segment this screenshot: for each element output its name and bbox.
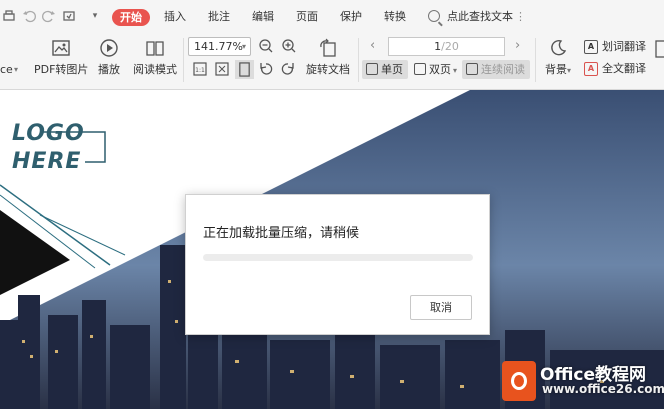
pdf-to-image-button[interactable]: PDF转图片	[34, 38, 88, 77]
tab-convert[interactable]: 转换	[384, 10, 406, 24]
single-page-label: 单页	[381, 63, 403, 76]
chevron-down-icon[interactable]: ▾	[88, 9, 102, 23]
logo-line-1: LOGO	[12, 121, 85, 146]
rotate-doc-label: 旋转文档	[306, 63, 350, 76]
image-icon	[52, 40, 70, 56]
reading-mode-label: 阅读模式	[133, 63, 177, 76]
full-translate-label: 全文翻译	[602, 62, 646, 75]
partial-tool-icon[interactable]	[655, 40, 664, 58]
page-total: /20	[441, 40, 459, 53]
divider	[358, 38, 359, 82]
play-label: 播放	[98, 63, 120, 76]
page-number-input[interactable]: 1/20	[388, 37, 505, 56]
chevron-down-icon: ▾	[453, 66, 458, 75]
menu-bar: ▾ 开始 插入 批注 编辑 页面 保护 转换 点此查找文本 ⋮	[0, 0, 664, 34]
redo-icon[interactable]	[42, 9, 56, 23]
loading-dialog: 正在加载批量压缩，请稍候 取消	[185, 194, 490, 335]
quick-access-icon[interactable]	[62, 9, 76, 23]
tab-home[interactable]: 开始	[112, 9, 150, 26]
play-icon	[100, 39, 118, 57]
dialog-message: 正在加载批量压缩，请稍候	[203, 226, 360, 241]
search-label[interactable]: 点此查找文本	[447, 10, 513, 24]
rotate-right-icon[interactable]	[280, 61, 296, 77]
watermark: Office教程网 www.office26.com	[500, 357, 664, 409]
zoom-in-icon[interactable]	[281, 38, 297, 54]
watermark-url: www.office26.com	[542, 382, 664, 396]
divider	[183, 38, 184, 82]
translate-icon: A	[584, 40, 598, 54]
continuous-read-label: 连续阅读	[481, 63, 525, 76]
chevron-down-icon[interactable]: ▾	[14, 63, 18, 77]
print-icon[interactable]	[2, 9, 16, 23]
word-translate-button[interactable]: A 划词翻译	[584, 39, 646, 55]
svg-text:1:1: 1:1	[195, 67, 205, 74]
continuous-read-button[interactable]: 连续阅读	[462, 60, 530, 79]
continuous-read-icon	[466, 63, 478, 75]
tab-annotate[interactable]: 批注	[208, 10, 230, 24]
zoom-select[interactable]: 141.77% ▾	[188, 37, 251, 56]
full-translate-button[interactable]: A 全文翻译	[584, 61, 646, 77]
background-label: 背景▾	[544, 63, 571, 76]
play-button[interactable]: 播放	[95, 38, 123, 77]
logo-line-2: HERE	[12, 149, 82, 174]
ribbon: ▾ 开始 插入 批注 编辑 页面 保护 转换 点此查找文本 ⋮ ce ▾ PDF…	[0, 0, 664, 90]
pdf-to-image-label: PDF转图片	[34, 63, 89, 76]
chevron-down-icon: ▾	[241, 42, 246, 51]
moon-icon	[551, 39, 567, 56]
rotate-doc-button[interactable]: 旋转文档	[304, 38, 352, 77]
book-icon	[146, 41, 164, 56]
word-translate-label: 划词翻译	[602, 40, 646, 53]
background-button[interactable]: 背景▾	[541, 38, 575, 77]
tab-protect[interactable]: 保护	[340, 10, 362, 24]
office-logo-icon	[502, 361, 536, 401]
next-page-icon[interactable]: ›	[515, 38, 520, 53]
rotate-left-icon[interactable]	[258, 61, 274, 77]
tab-insert[interactable]: 插入	[164, 10, 186, 24]
divider	[535, 38, 536, 82]
tab-edit[interactable]: 编辑	[252, 10, 274, 24]
rotate-doc-icon	[320, 38, 336, 57]
single-page-button[interactable]: 单页	[362, 60, 408, 79]
actual-size-icon[interactable]: 1:1	[192, 61, 208, 77]
logo-placeholder: LOGO HERE	[12, 120, 85, 176]
more-icon[interactable]: ⋮	[515, 10, 526, 24]
reading-mode-button[interactable]: 阅读模式	[132, 38, 178, 77]
undo-icon[interactable]	[22, 9, 36, 23]
double-page-label: 双页	[429, 63, 451, 76]
prev-page-icon[interactable]: ‹	[370, 38, 375, 53]
fit-page-icon[interactable]	[214, 61, 230, 77]
fit-width-icon[interactable]	[235, 60, 254, 79]
single-page-icon	[366, 63, 378, 75]
cancel-button[interactable]: 取消	[410, 295, 472, 320]
tab-page[interactable]: 页面	[296, 10, 318, 24]
search-icon[interactable]	[428, 10, 440, 22]
full-translate-icon: A	[584, 62, 598, 76]
zoom-out-icon[interactable]	[258, 38, 274, 54]
double-page-button[interactable]: 双页 ▾	[410, 60, 457, 79]
progress-bar	[203, 254, 473, 261]
partial-tool-label[interactable]: ce	[0, 63, 13, 77]
zoom-value: 141.77%	[194, 40, 243, 53]
double-page-icon	[414, 63, 426, 75]
